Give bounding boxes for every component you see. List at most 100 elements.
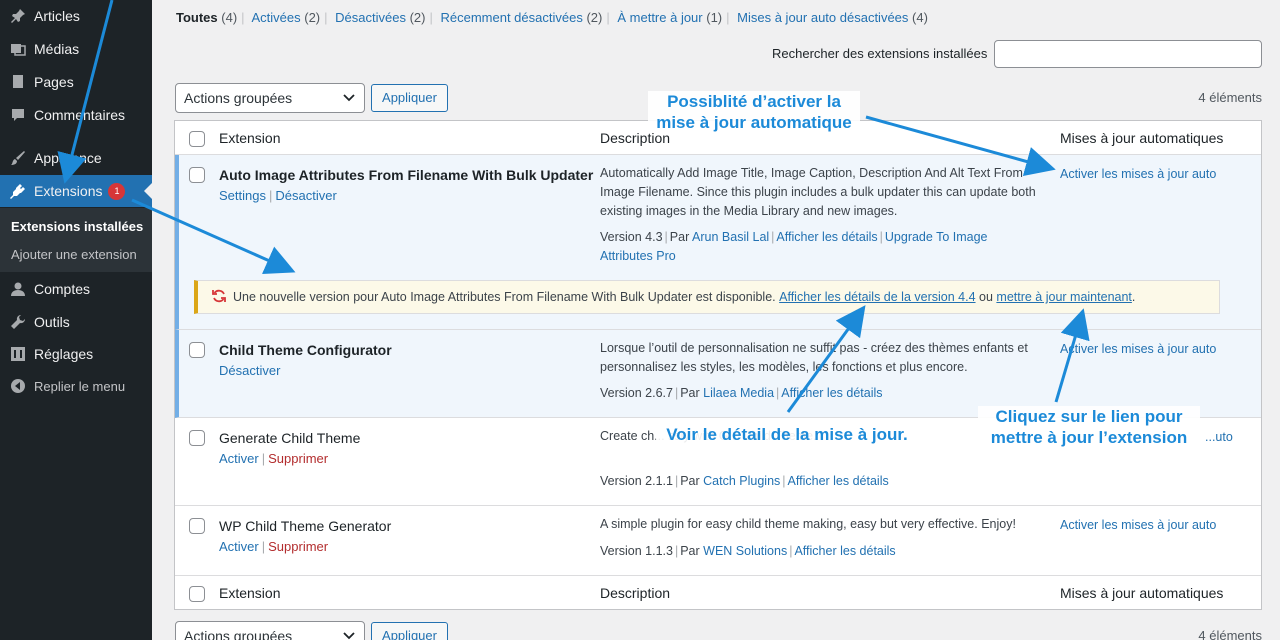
plugins-table: Extension Description Mises à jour autom… [174, 120, 1262, 610]
col-extension: Extension [219, 585, 281, 601]
apply-button-bottom[interactable]: Appliquer [371, 622, 448, 640]
filter-count: (4) [221, 10, 238, 25]
enable-auto-updates-link[interactable]: ...uto [1205, 430, 1233, 444]
select-all-checkbox[interactable] [189, 586, 205, 602]
annotation-line: Cliquez sur le lien pour [995, 407, 1183, 426]
plugin-description: Lorsque l’outil de personnalisation ne s… [600, 341, 1028, 374]
menu-label: Commentaires [34, 107, 126, 123]
filter-recent[interactable]: Récemment désactivées [440, 10, 582, 25]
menu-apparence[interactable]: Apparence [0, 142, 152, 174]
row-checkbox[interactable] [189, 342, 205, 358]
menu-collapse[interactable]: Replier le menu [0, 370, 152, 402]
view-version-details-link[interactable]: Afficher les détails de la version 4.4 [779, 290, 975, 304]
search-input[interactable] [994, 40, 1262, 68]
version-text: Version 1.1.3 [600, 544, 673, 558]
submenu-installed-plugins[interactable]: Extensions installées [11, 219, 143, 234]
by-text: Par [680, 474, 700, 488]
author-link[interactable]: Catch Plugins [703, 474, 780, 488]
update-now-link[interactable]: mettre à jour maintenant [996, 290, 1132, 304]
menu-label: Extensions [34, 183, 103, 199]
details-link[interactable]: Afficher les détails [788, 474, 889, 488]
deactivate-link[interactable]: Désactiver [275, 188, 336, 203]
author-link[interactable]: WEN Solutions [703, 544, 787, 558]
col-auto-updates: Mises à jour automatiques [1060, 585, 1224, 601]
menu-extensions[interactable]: Extensions 1 [0, 175, 152, 207]
items-count-bottom: 4 éléments [1198, 628, 1262, 640]
enable-auto-updates-link[interactable]: Activer les mises à jour auto [1060, 518, 1216, 532]
update-count-badge: 1 [108, 182, 126, 200]
annotation-click-link: Cliquez sur le lien pour mettre à jour l… [978, 406, 1200, 448]
activate-link[interactable]: Activer [219, 539, 259, 554]
version-text: Version 2.6.7 [600, 386, 673, 400]
bulk-actions-select[interactable]: Actions groupées [175, 83, 365, 113]
filter-count: (2) [304, 10, 321, 25]
items-count: 4 éléments [1198, 90, 1262, 105]
details-link[interactable]: Afficher les détails [776, 230, 877, 244]
filter-inactive[interactable]: Désactivées [335, 10, 406, 25]
table-row: WP Child Theme Generator Activer | Supprim… [175, 506, 1261, 576]
plugin-icon [9, 182, 27, 200]
author-link[interactable]: Arun Basil Lal [692, 230, 769, 244]
pages-icon [9, 73, 27, 91]
plugin-description: Automatically Add Image Title, Image Cap… [600, 166, 1036, 218]
filter-active[interactable]: Activées [251, 10, 300, 25]
filter-all[interactable]: Toutes [176, 10, 218, 25]
annotation-line: mise à jour automatique [656, 113, 852, 132]
row-checkbox[interactable] [189, 518, 205, 534]
wrench-icon [9, 313, 27, 331]
menu-comptes[interactable]: Comptes [0, 273, 152, 305]
menu-label: Médias [34, 41, 80, 57]
select-all-checkbox[interactable] [189, 131, 205, 147]
delete-link[interactable]: Supprimer [268, 451, 328, 466]
menu-reglages[interactable]: Réglages [0, 338, 152, 370]
filter-links: Toutes (4) | Activées (2) | Désactivées (2… [176, 10, 928, 25]
menu-pages[interactable]: Pages [0, 66, 152, 98]
row-actions: Activer | Supprimer [219, 451, 329, 466]
apply-button[interactable]: Appliquer [371, 84, 448, 112]
menu-label: Apparence [34, 150, 102, 166]
menu-outils[interactable]: Outils [0, 306, 152, 338]
enable-auto-updates-link[interactable]: Activer les mises à jour auto [1060, 167, 1216, 181]
author-link[interactable]: Lilaea Media [703, 386, 774, 400]
plugin-version: Version 2.6.7 | Par Lilaea Media | Afficher … [600, 386, 883, 400]
settings-link[interactable]: Settings [219, 188, 266, 203]
filter-count: (1) [706, 10, 723, 25]
annotation-view-detail: Voir le détail de la mise à jour. [656, 424, 918, 445]
deactivate-link[interactable]: Désactiver [219, 363, 280, 378]
table-row: Child Theme Configurator Désactiver Lors… [175, 330, 1261, 418]
col-description: Description [600, 585, 671, 601]
row-actions: Désactiver [219, 363, 280, 378]
menu-articles[interactable]: Articles [0, 0, 152, 32]
version-text: Version 2.1.1 [600, 474, 673, 488]
plugin-name: Child Theme Configurator [219, 342, 392, 358]
details-link[interactable]: Afficher les détails [794, 544, 895, 558]
row-checkbox[interactable] [189, 430, 205, 446]
by-text: Par [680, 386, 700, 400]
pin-icon [9, 7, 27, 25]
menu-label: Outils [34, 314, 70, 330]
update-notice: Une nouvelle version pour Auto Image Att… [194, 280, 1220, 314]
activate-link[interactable]: Activer [219, 451, 259, 466]
chevron-down-icon [342, 628, 356, 640]
version-text: Version 4.3 [600, 230, 663, 244]
col-auto-updates: Mises à jour automatiques [1060, 130, 1224, 146]
enable-auto-updates-link[interactable]: Activer les mises à jour auto [1060, 342, 1216, 356]
menu-medias[interactable]: Médias [0, 33, 152, 65]
filter-auto-off[interactable]: Mises à jour auto désactivées [737, 10, 908, 25]
row-checkbox[interactable] [189, 167, 205, 183]
bulk-actions-value: Actions groupées [184, 90, 293, 106]
annotation-auto-update: Possiblité d’activer la mise à jour auto… [648, 91, 860, 133]
delete-link[interactable]: Supprimer [268, 539, 328, 554]
plugin-version: Version 1.1.3 | Par WEN Solutions | Afficher… [600, 544, 896, 558]
bulk-actions-select-bottom[interactable]: Actions groupées [175, 621, 365, 640]
notice-text: Une nouvelle version pour Auto Image Att… [233, 290, 776, 304]
media-icon [9, 40, 27, 58]
plugin-name: Generate Child Theme [219, 430, 361, 446]
submenu-add-plugin[interactable]: Ajouter une extension [11, 247, 137, 262]
filter-upgrade[interactable]: À mettre à jour [617, 10, 702, 25]
notice-end: . [1131, 290, 1136, 304]
menu-label: Pages [34, 74, 74, 90]
details-link[interactable]: Afficher les détails [781, 386, 882, 400]
menu-commentaires[interactable]: Commentaires [0, 99, 152, 131]
update-icon [212, 289, 226, 306]
